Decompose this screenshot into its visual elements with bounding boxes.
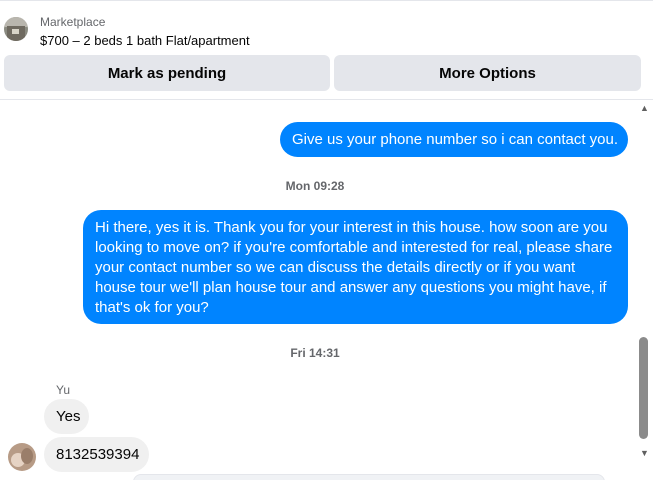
incoming-message[interactable]: 8132539394: [44, 437, 149, 472]
incoming-message[interactable]: Yes: [44, 399, 89, 434]
scrollbar[interactable]: ▲ ▼: [636, 101, 653, 463]
timestamp: Fri 14:31: [290, 346, 340, 360]
scroll-down-arrow-icon[interactable]: ▼: [639, 448, 650, 459]
listing-title[interactable]: $700 – 2 beds 1 bath Flat/apartment: [40, 33, 250, 48]
timestamp: Mon 09:28: [285, 179, 345, 193]
message-composer[interactable]: [133, 474, 605, 480]
more-options-button[interactable]: More Options: [334, 55, 641, 91]
listing-actions: Mark as pending More Options: [4, 55, 641, 91]
outgoing-message[interactable]: Hi there, yes it is. Thank you for your …: [83, 210, 628, 324]
header-divider: [0, 99, 653, 100]
listing-source-label: Marketplace: [40, 15, 106, 29]
scroll-thumb[interactable]: [639, 337, 648, 439]
scroll-up-arrow-icon[interactable]: ▲: [639, 103, 650, 114]
listing-thumbnail[interactable]: [4, 17, 28, 41]
mark-as-pending-button[interactable]: Mark as pending: [4, 55, 330, 91]
outgoing-message[interactable]: Give us your phone number so i can conta…: [280, 122, 628, 157]
window-top-border: [0, 0, 653, 4]
message-thread[interactable]: Give us your phone number so i can conta…: [0, 101, 635, 480]
sender-avatar[interactable]: [8, 443, 36, 471]
sender-name: Yu: [56, 383, 71, 397]
listing-header[interactable]: Marketplace $700 – 2 beds 1 bath Flat/ap…: [0, 6, 653, 52]
